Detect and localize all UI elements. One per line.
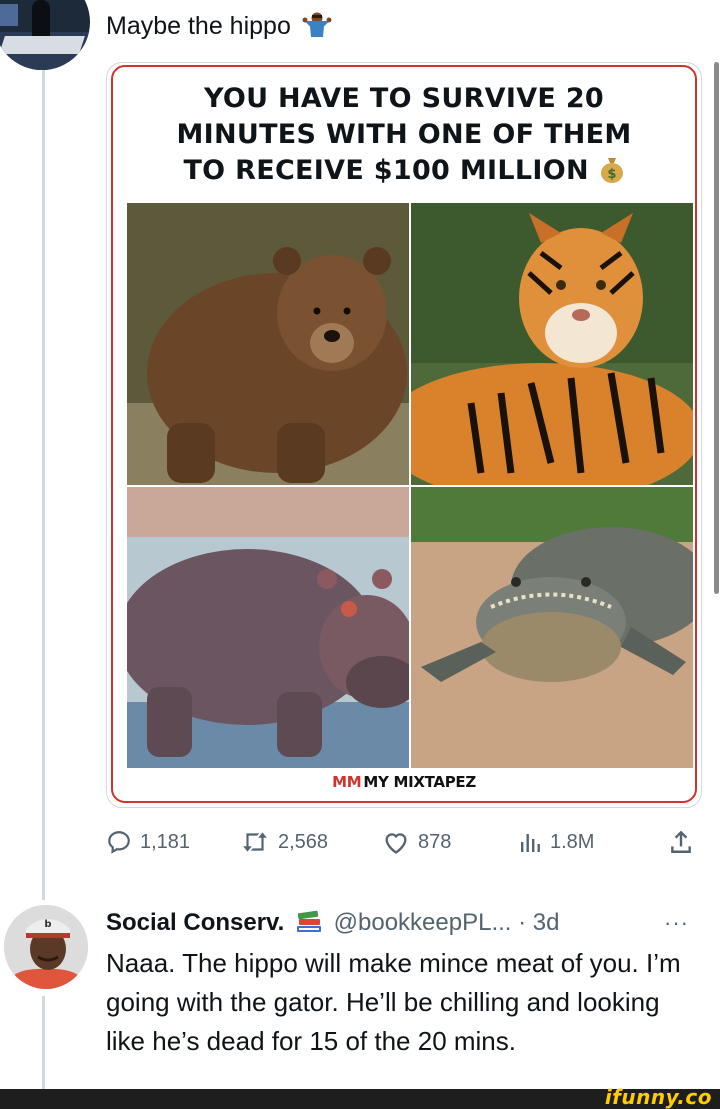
money-bag-icon: $ bbox=[599, 155, 625, 183]
meme-image: YOU HAVE TO SURVIVE 20 MINUTES WITH ONE … bbox=[111, 65, 697, 803]
share-button[interactable] bbox=[668, 822, 702, 862]
post-text-label: Maybe the hippo bbox=[106, 12, 291, 40]
views-button[interactable]: 1.8M bbox=[518, 822, 594, 862]
post-text: Maybe the hippo bbox=[106, 10, 332, 42]
hippo-panel bbox=[127, 487, 409, 768]
meme-headline-line-2: MINUTES WITH ONE OF THEM bbox=[176, 119, 632, 150]
author-avatar[interactable] bbox=[0, 0, 90, 70]
books-emoji-icon bbox=[295, 908, 323, 934]
reply-author-avatar[interactable]: b bbox=[4, 905, 88, 989]
more-options-icon[interactable]: ··· bbox=[664, 910, 689, 936]
reply-button[interactable]: 1,181 bbox=[106, 822, 190, 862]
reply-icon bbox=[108, 831, 130, 854]
svg-text:b: b bbox=[44, 919, 51, 930]
heart-icon bbox=[385, 833, 407, 854]
reply-author-handle[interactable]: @bookkeepPL... bbox=[334, 909, 512, 936]
like-button[interactable]: 878 bbox=[382, 822, 451, 862]
scrollbar[interactable] bbox=[714, 62, 719, 594]
bear-panel bbox=[127, 203, 409, 485]
reply-text: Naaa. The hippo will make mince meat of … bbox=[106, 948, 681, 1056]
alligator-panel bbox=[411, 487, 693, 768]
like-count: 878 bbox=[418, 830, 452, 853]
share-icon bbox=[671, 830, 691, 853]
meme-watermark: MM MY MIXTAPEZ bbox=[113, 773, 695, 791]
svg-text:$: $ bbox=[607, 167, 616, 182]
repost-button[interactable]: 2,568 bbox=[240, 822, 328, 862]
reply-thread-line bbox=[42, 996, 45, 1089]
person-shrugging-emoji-icon bbox=[302, 11, 332, 38]
ifunny-watermark: ifunny.co bbox=[604, 1085, 712, 1109]
repost-icon bbox=[243, 832, 267, 852]
reply-separator: · bbox=[518, 909, 527, 936]
thread-line bbox=[42, 70, 45, 900]
reply-timestamp[interactable]: 3d bbox=[533, 909, 560, 936]
views-count: 1.8M bbox=[550, 830, 595, 853]
post-actions: 1,181 2,568 878 1.8M bbox=[106, 822, 700, 862]
reply-author-name[interactable]: Social Conserv. bbox=[106, 909, 284, 936]
views-chart-icon bbox=[521, 834, 540, 852]
meme-headline: YOU HAVE TO SURVIVE 20 MINUTES WITH ONE … bbox=[113, 81, 695, 189]
meme-headline-line-1: YOU HAVE TO SURVIVE 20 bbox=[203, 83, 605, 114]
reply-header: Social Conserv. @bookkeepPL... · 3d bbox=[106, 906, 560, 940]
meme-watermark-text: MY MIXTAPEZ bbox=[363, 773, 476, 791]
meme-headline-line-3: TO RECEIVE $100 MILLION bbox=[183, 155, 589, 186]
post-media[interactable]: YOU HAVE TO SURVIVE 20 MINUTES WITH ONE … bbox=[106, 62, 702, 808]
repost-count: 2,568 bbox=[278, 830, 329, 853]
mymixtapez-logo: MM bbox=[332, 773, 362, 791]
reply-count: 1,181 bbox=[140, 830, 191, 853]
animal-grid bbox=[127, 203, 693, 768]
tiger-panel bbox=[411, 203, 693, 485]
